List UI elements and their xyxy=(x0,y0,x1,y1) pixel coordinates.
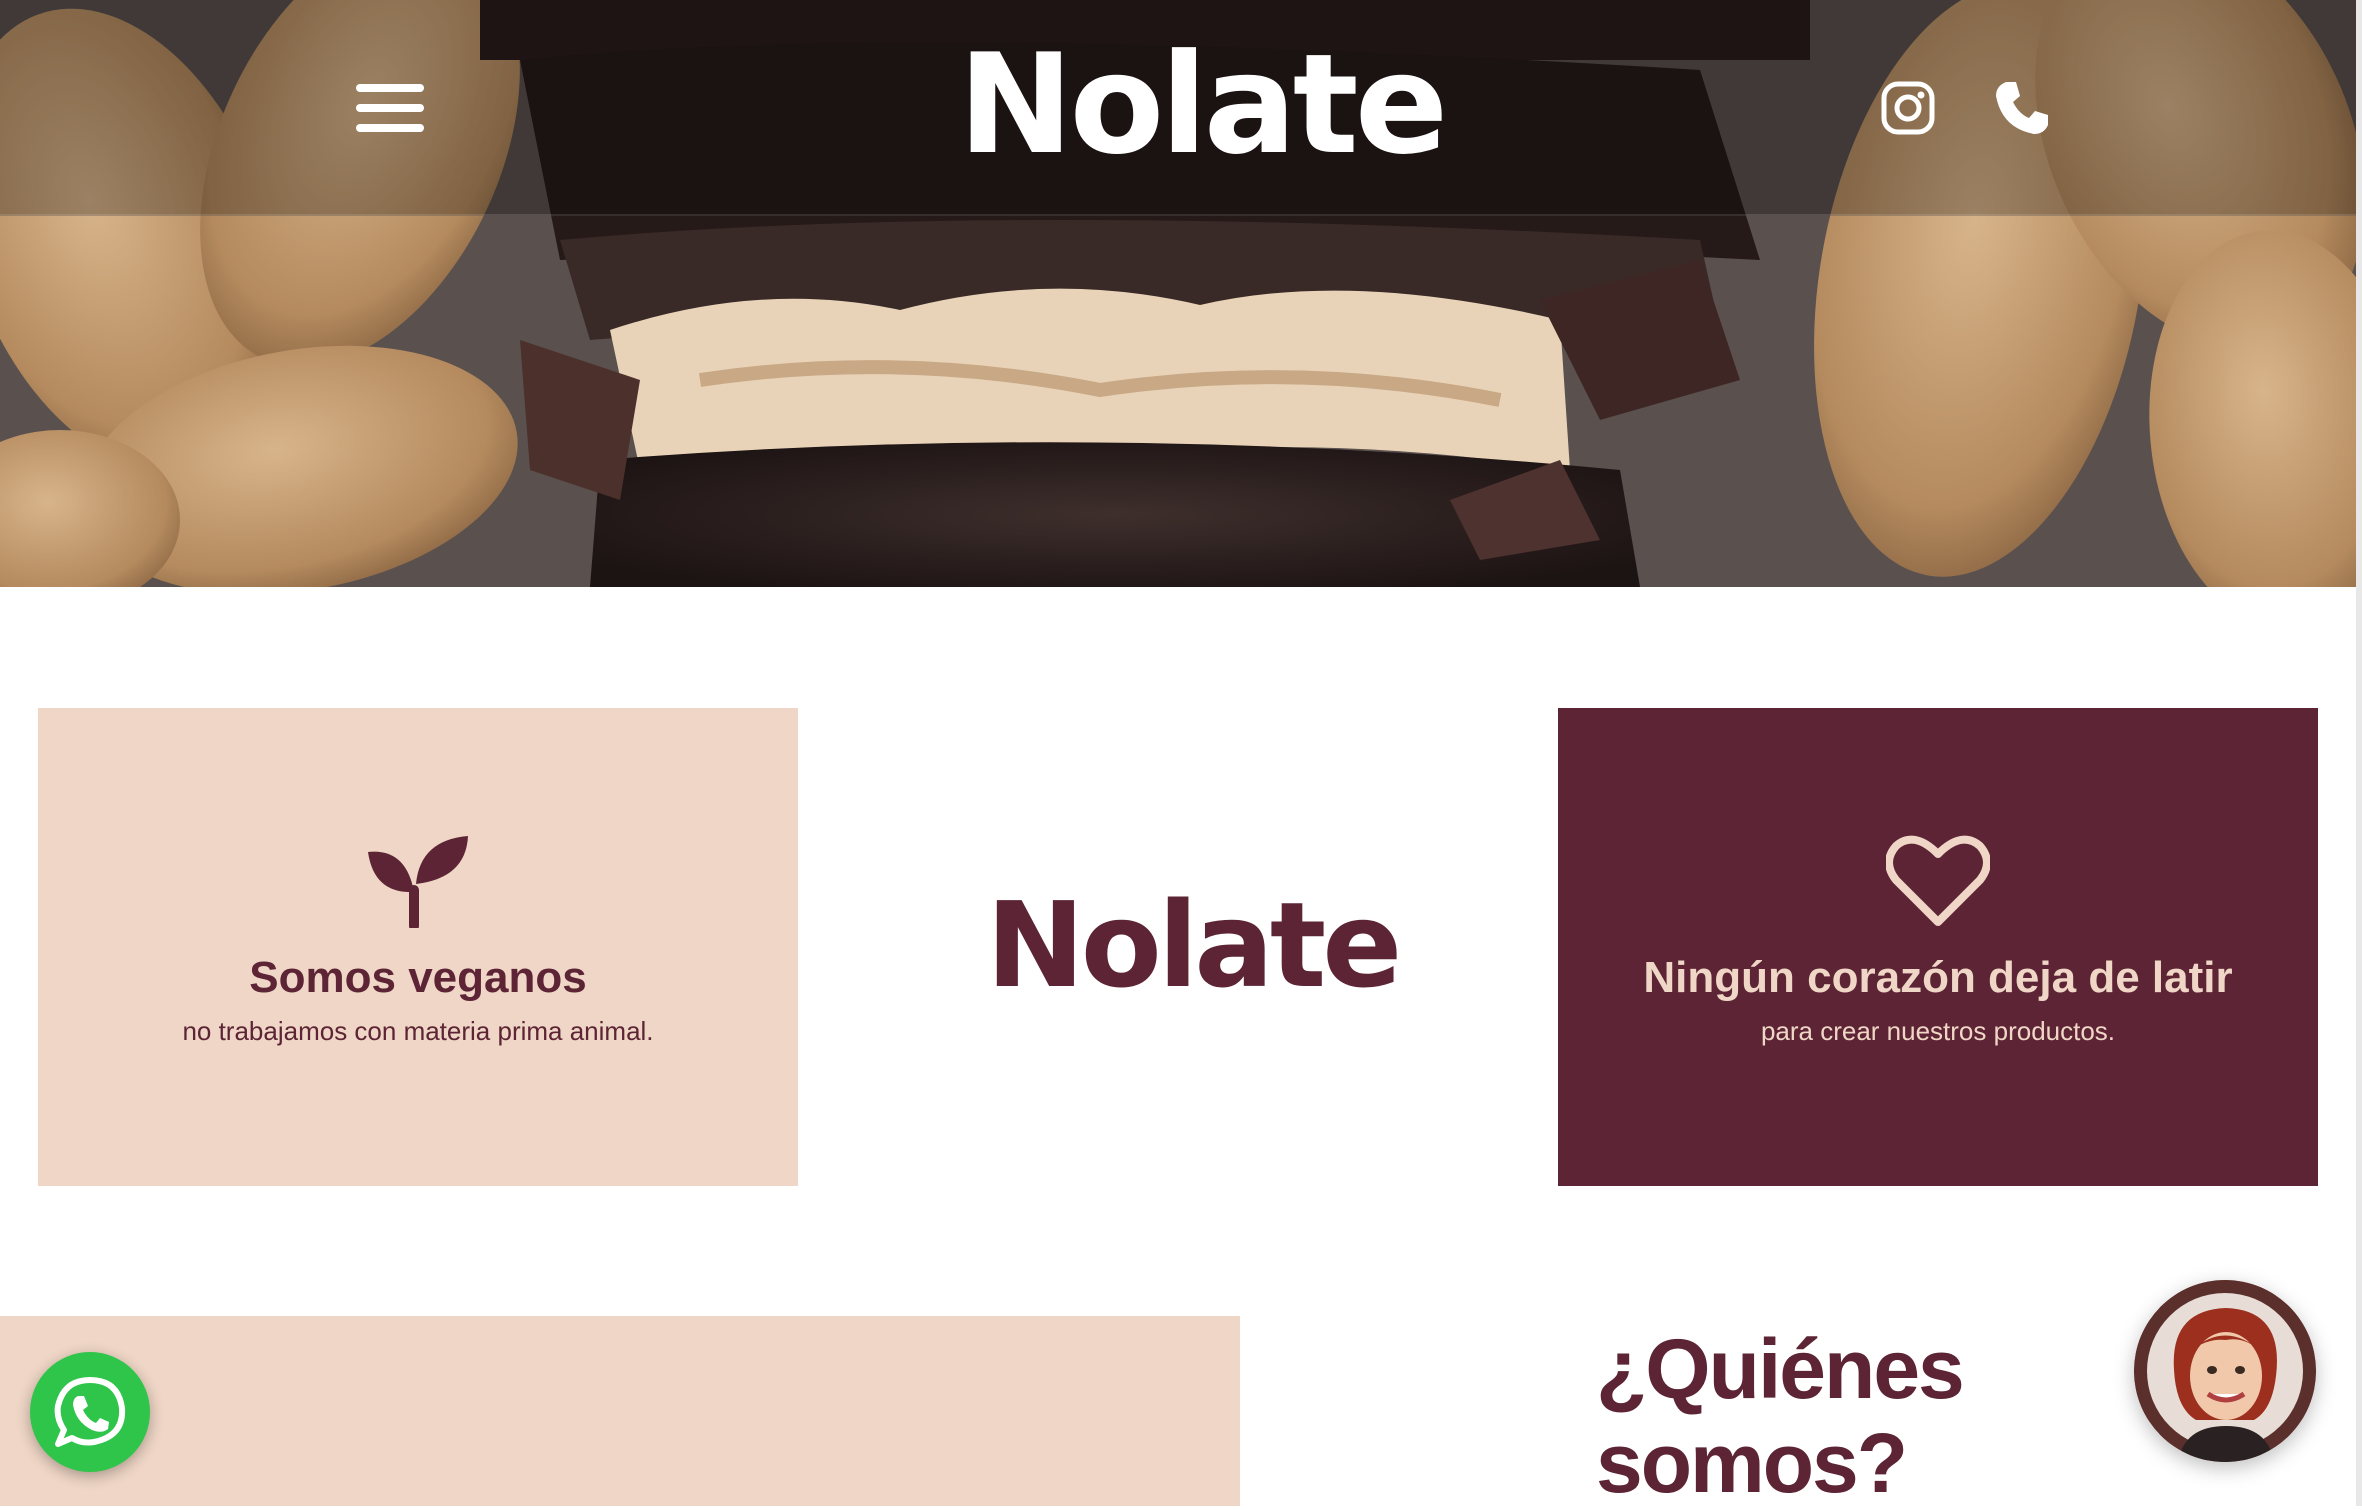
heart-icon xyxy=(1885,834,1991,928)
center-logo-text: Nolate xyxy=(986,876,1402,1014)
vegan-title: Somos veganos xyxy=(249,953,587,1002)
phone-icon[interactable] xyxy=(1992,78,2052,138)
header-logo-text: Nolate xyxy=(958,24,1448,185)
instagram-icon[interactable] xyxy=(1880,80,1936,136)
vegan-feature-card: Somos veganos no trabajamos con materia … xyxy=(38,708,798,1186)
scrollbar-track[interactable] xyxy=(2356,0,2362,1506)
sprout-icon xyxy=(366,834,470,931)
about-image-block xyxy=(0,1316,1240,1506)
heart-subtitle: para crear nuestros productos. xyxy=(1760,1016,2116,1047)
vegan-subtitle: no trabajamos con materia prima animal. xyxy=(182,1016,654,1047)
center-logo: Nolate xyxy=(986,886,1402,1004)
hamburger-menu-icon[interactable] xyxy=(356,84,424,136)
heart-feature-card: Ningún corazón deja de latir para crear … xyxy=(1558,708,2318,1186)
header-logo[interactable]: Nolate xyxy=(958,36,1448,174)
about-title: ¿Quiénes somos? xyxy=(1596,1322,1965,1510)
heart-title: Ningún corazón deja de latir xyxy=(1643,953,2233,1002)
whatsapp-icon[interactable] xyxy=(30,1352,150,1472)
hero-banner: Nolate xyxy=(0,0,2362,587)
support-avatar[interactable] xyxy=(2134,1280,2316,1462)
